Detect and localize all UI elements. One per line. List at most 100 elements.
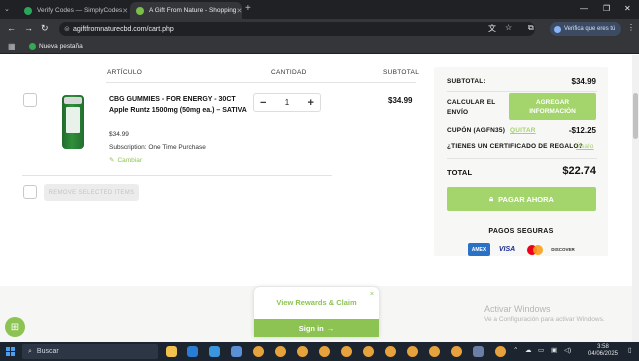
chrome-icon[interactable]: [407, 346, 418, 357]
quantity-stepper: − 1 +: [253, 93, 321, 112]
secure-payments-title: PAGOS SEGURAS: [488, 228, 554, 235]
onedrive-icon[interactable]: ☁: [525, 346, 532, 354]
app-icon[interactable]: [473, 346, 484, 357]
sign-in-label: Sign in: [298, 323, 324, 333]
amex-icon: AMEX: [468, 243, 490, 256]
page-scrollbar[interactable]: [632, 55, 639, 342]
chrome-icon[interactable]: [429, 346, 440, 357]
chrome-icon[interactable]: [451, 346, 462, 357]
chrome-icon[interactable]: [275, 346, 286, 357]
app-icon[interactable]: [231, 346, 242, 357]
display-icon[interactable]: ▣: [551, 346, 557, 354]
back-icon[interactable]: ←: [7, 23, 16, 33]
site-info-icon[interactable]: ⊜: [64, 25, 70, 33]
tab-search-icon[interactable]: ⌄: [4, 5, 10, 13]
volume-icon[interactable]: ◁): [564, 346, 571, 354]
translate-icon[interactable]: 文: [488, 23, 496, 34]
gift-cert-link[interactable]: Úsalo: [576, 143, 594, 150]
lock-icon: 🔒︎: [489, 194, 494, 203]
subtotal-label: SUBTOTAL:: [447, 78, 486, 85]
chrome-icon[interactable]: [495, 346, 506, 357]
store-icon[interactable]: [209, 346, 220, 357]
change-label: Cambiar: [117, 156, 143, 164]
file-explorer-icon[interactable]: [166, 346, 177, 357]
tab-verify-codes[interactable]: Verify Codes — SimplyCodes ✕: [18, 2, 128, 19]
rewards-popup: × View Rewards & Claim Sign in →: [254, 287, 379, 337]
header-divider: [106, 82, 416, 83]
windows-activation-watermark: Activar Windows Ve a Configuración para …: [484, 304, 605, 323]
chrome-icon[interactable]: [253, 346, 264, 357]
rewards-close-icon[interactable]: ×: [370, 291, 374, 298]
outlook-icon[interactable]: [187, 346, 198, 357]
new-tab-icon[interactable]: +: [245, 3, 251, 14]
windows-taskbar: ⌕ Buscar ⌃ ☁ ▭ ▣ ◁) 3:58 04/06/2025 ▯: [0, 342, 639, 361]
pay-now-button[interactable]: 🔒︎ PAGAR AHORA: [447, 187, 596, 211]
remove-selected-button[interactable]: REMOVE SELECTED ITEMS: [44, 184, 139, 201]
chrome-icon[interactable]: [341, 346, 352, 357]
extensions-icon[interactable]: ⧉: [528, 23, 534, 33]
item-select-checkbox[interactable]: [23, 93, 37, 107]
bookmark-new-tab[interactable]: Nueva pestaña: [29, 41, 83, 52]
windows-start-icon[interactable]: [6, 347, 15, 356]
tab-title: Verify Codes — SimplyCodes: [37, 7, 123, 14]
close-tab-icon[interactable]: ✕: [122, 7, 128, 15]
subtotal-value: $34.99: [571, 77, 596, 86]
chrome-icon[interactable]: [297, 346, 308, 357]
notification-icon[interactable]: ▯: [628, 346, 632, 354]
pay-now-label: PAGAR AHORA: [498, 194, 554, 204]
profile-verify-button[interactable]: Verifica que eres tú: [550, 22, 621, 36]
activate-subtitle: Ve a Configuración para activar Windows.: [484, 316, 605, 323]
menu-dots-icon[interactable]: ⋮: [627, 23, 635, 32]
quantity-value[interactable]: 1: [285, 98, 289, 107]
sign-in-button[interactable]: Sign in →: [254, 319, 379, 337]
tab-gift-from-nature[interactable]: A Gift From Nature - Shopping ✕: [130, 2, 242, 19]
edit-icon: ✎: [109, 157, 115, 164]
search-placeholder: Buscar: [36, 348, 59, 355]
taskbar-search[interactable]: ⌕ Buscar: [22, 344, 158, 359]
select-all-checkbox[interactable]: [23, 185, 37, 199]
maximize-icon[interactable]: ❐: [603, 4, 610, 13]
forward-icon[interactable]: →: [24, 23, 33, 33]
bookmarks-bar: ▦ Nueva pestaña: [0, 39, 639, 54]
network-icon[interactable]: ▭: [538, 346, 544, 354]
url-text: agiftfromnaturecbd.com/cart.php: [73, 25, 174, 33]
total-label: TOTAL: [447, 168, 473, 177]
coupon-discount-value: -$12.25: [568, 126, 596, 135]
view-rewards-link[interactable]: View Rewards & Claim: [254, 298, 379, 307]
close-window-icon[interactable]: ✕: [624, 4, 631, 13]
line-total: $34.99: [388, 96, 413, 105]
arrow-right-icon: →: [326, 323, 335, 333]
add-info-button[interactable]: AGREGAR INFORMACIÓN: [509, 93, 596, 120]
shipping-label: CALCULAR EL ENVÍO: [447, 99, 496, 116]
decrease-quantity-button[interactable]: −: [260, 97, 266, 109]
apps-grid-icon[interactable]: ▦: [8, 42, 16, 51]
minimize-icon[interactable]: —: [580, 4, 588, 13]
close-tab-icon[interactable]: ✕: [236, 7, 242, 15]
header-subtotal: SUBTOTAL: [383, 69, 420, 76]
profile-label: Verifica que eres tú: [564, 26, 616, 32]
increase-quantity-button[interactable]: +: [308, 97, 314, 109]
chrome-icon[interactable]: [385, 346, 396, 357]
gift-from-nature-favicon-icon: [136, 6, 144, 15]
chrome-icon[interactable]: [319, 346, 330, 357]
scrollbar-thumb[interactable]: [633, 93, 638, 139]
bookmark-star-icon[interactable]: ☆: [505, 23, 512, 32]
cart-page: ARTÍCULO CANTIDAD SUBTOTAL CBG GUMMIES -…: [0, 55, 632, 342]
coupon-remove-link[interactable]: QUITAR: [510, 127, 536, 134]
tray-chevron-icon[interactable]: ⌃: [513, 346, 518, 354]
taskbar-clock[interactable]: 3:58 04/06/2025: [583, 344, 623, 358]
clock-time: 3:58: [597, 344, 609, 350]
bookmark-favicon-icon: [29, 43, 36, 50]
chrome-icon[interactable]: [363, 346, 374, 357]
item-divider: [22, 175, 332, 176]
summary-divider: [447, 91, 597, 92]
product-title[interactable]: CBG GUMMIES - FOR ENERGY - 30CT Apple Ru…: [109, 94, 249, 116]
change-subscription-link[interactable]: ✎ Cambiar: [109, 156, 143, 165]
rewards-gift-icon[interactable]: ⊞: [5, 317, 25, 337]
reload-icon[interactable]: ↻: [41, 23, 49, 34]
product-image[interactable]: [62, 95, 84, 149]
url-bar[interactable]: ⊜ agiftfromnaturecbd.com/cart.php: [59, 22, 535, 36]
gift-cert-label: ¿TIENES UN CERTIFICADO DE REGALO?: [447, 143, 583, 150]
coupon-label: CUPÓN (AGFN35): [447, 127, 506, 134]
product-subscription: Subscription: One Time Purchase: [109, 144, 206, 151]
